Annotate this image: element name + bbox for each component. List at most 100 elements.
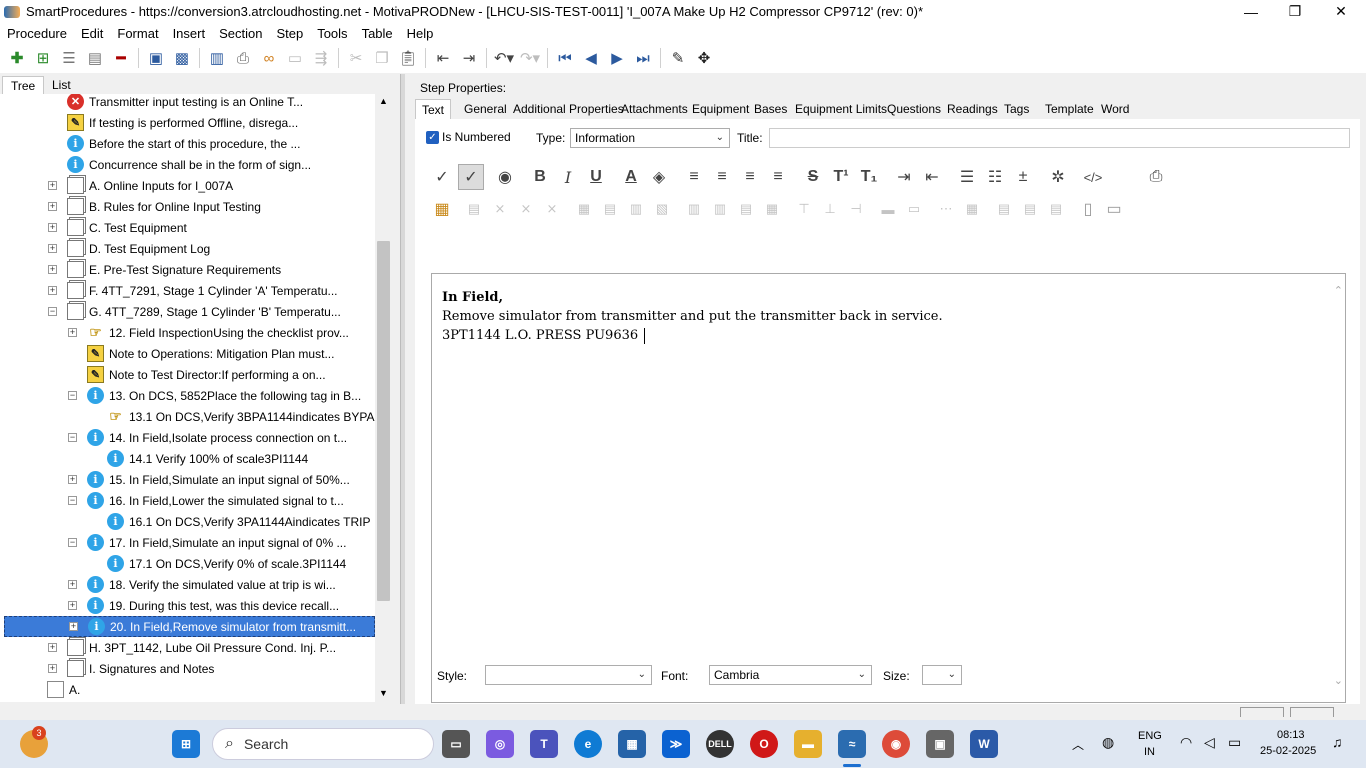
- menu-table[interactable]: Table: [355, 26, 400, 41]
- tree-node[interactable]: − i 14. In Field,Isolate process connect…: [0, 427, 375, 448]
- tree-node[interactable]: − i 17. In Field,Simulate an input signa…: [0, 532, 375, 553]
- pane-splitter[interactable]: [400, 74, 405, 704]
- type-select[interactable]: Information ⌄: [570, 128, 730, 148]
- align-left-icon[interactable]: ≡: [681, 164, 707, 190]
- task-view-icon[interactable]: ▭: [442, 730, 470, 758]
- search-box[interactable]: ⌕ Search: [212, 728, 434, 760]
- language-line1[interactable]: ENG: [1138, 730, 1162, 742]
- undo-icon[interactable]: ↶▾: [491, 45, 517, 71]
- cut-icon[interactable]: ✂: [343, 45, 369, 71]
- tab-general[interactable]: General: [464, 99, 507, 119]
- tree-node[interactable]: − i 13. On DCS, 5852Place the following …: [0, 385, 375, 406]
- collapse-icon[interactable]: −: [48, 307, 57, 316]
- language-line2[interactable]: IN: [1144, 746, 1155, 758]
- tree-section[interactable]: + B. Rules for Online Input Testing: [0, 196, 375, 217]
- remote-desktop-icon[interactable]: ▣: [926, 730, 954, 758]
- tree-node-selected[interactable]: + i 20. In Field,Remove simulator from t…: [4, 616, 375, 637]
- power-automate-icon[interactable]: ≫: [662, 730, 690, 758]
- dell-icon[interactable]: DELL: [706, 730, 734, 758]
- expand-icon[interactable]: +: [48, 265, 57, 274]
- open-icon[interactable]: ▣: [143, 45, 169, 71]
- table-tool-icon[interactable]: ▤: [461, 196, 487, 222]
- tree-node[interactable]: i Concurrence shall be in the form of si…: [0, 154, 375, 175]
- link-icon[interactable]: ∞: [256, 45, 282, 71]
- properties-icon[interactable]: ▤: [82, 45, 108, 71]
- collapse-icon[interactable]: −: [68, 496, 77, 505]
- previous-icon[interactable]: ◀: [578, 45, 604, 71]
- table-tool-icon[interactable]: ▦: [759, 196, 785, 222]
- tab-tags[interactable]: Tags: [1004, 99, 1029, 119]
- tab-readings[interactable]: Readings: [947, 99, 998, 119]
- title-input[interactable]: [769, 128, 1350, 148]
- superscript-icon[interactable]: T¹: [828, 164, 854, 190]
- next-icon[interactable]: ▶: [604, 45, 630, 71]
- tree-section[interactable]: + E. Pre-Test Signature Requirements: [0, 259, 375, 280]
- table-tool-icon[interactable]: ▥: [681, 196, 707, 222]
- menu-procedure[interactable]: Procedure: [0, 26, 74, 41]
- table-tool-icon[interactable]: ▥: [707, 196, 733, 222]
- volume-icon[interactable]: ◁: [1204, 734, 1215, 751]
- folder-icon[interactable]: ▬: [794, 730, 822, 758]
- tree-node[interactable]: ✎ Note to Test Director:If performing a …: [0, 364, 375, 385]
- save-icon[interactable]: ▩: [169, 45, 195, 71]
- table-tool-icon[interactable]: ▭: [1101, 196, 1127, 222]
- align-right-icon[interactable]: ≡: [737, 164, 763, 190]
- magic-wand-icon[interactable]: ✲: [1045, 164, 1071, 190]
- store-icon[interactable]: ▦: [618, 730, 646, 758]
- tree-section[interactable]: + H. 3PT_1142, Lube Oil Pressure Cond. I…: [0, 637, 375, 658]
- print-icon[interactable]: ⎙: [1143, 164, 1169, 190]
- tab-additional-properties[interactable]: Additional Properties: [513, 99, 624, 119]
- share-icon[interactable]: ⇶: [308, 45, 334, 71]
- tab-equipment-limits[interactable]: Equipment Limits: [795, 99, 887, 119]
- menu-step[interactable]: Step: [269, 26, 310, 41]
- chevron-up-icon[interactable]: ︿: [1072, 736, 1084, 753]
- maximize-button[interactable]: ❐: [1272, 0, 1318, 23]
- table-tool-icon[interactable]: ▤: [1043, 196, 1069, 222]
- insert-table-icon[interactable]: ▦: [429, 196, 455, 222]
- last-icon[interactable]: ⏭: [630, 45, 656, 71]
- table-tool-icon[interactable]: ⊥: [817, 196, 843, 222]
- subscript-icon[interactable]: T₁: [856, 164, 882, 190]
- scroll-thumb[interactable]: [377, 241, 390, 601]
- tree-node[interactable]: i Before the start of this procedure, th…: [0, 133, 375, 154]
- expand-icon[interactable]: +: [48, 181, 57, 190]
- table-tool-icon[interactable]: ⨯: [539, 196, 565, 222]
- tree-node[interactable]: ✎ Note to Operations: Mitigation Plan mu…: [0, 343, 375, 364]
- tab-word[interactable]: Word: [1101, 99, 1129, 119]
- expand-icon[interactable]: +: [48, 244, 57, 253]
- strikethrough-icon[interactable]: S: [800, 164, 826, 190]
- export-icon[interactable]: ▥: [204, 45, 230, 71]
- justify-icon[interactable]: ≡: [765, 164, 791, 190]
- bold-icon[interactable]: B: [527, 164, 553, 190]
- style-select[interactable]: ⌄: [485, 665, 652, 685]
- tab-tree[interactable]: Tree: [2, 76, 45, 94]
- increase-indent-icon[interactable]: ⇥: [891, 164, 917, 190]
- tree-section[interactable]: + F. 4TT_7291, Stage 1 Cylinder 'A' Temp…: [0, 280, 375, 301]
- insert-field-icon[interactable]: ±: [1010, 164, 1036, 190]
- tree-node[interactable]: ✎ If testing is performed Offline, disre…: [0, 112, 375, 133]
- remove-icon[interactable]: ━: [108, 45, 134, 71]
- tree-node[interactable]: i 17.1 On DCS,Verify 0% of scale.3PI1144: [0, 553, 375, 574]
- tab-list[interactable]: List: [44, 76, 79, 94]
- expand-icon[interactable]: +: [68, 328, 77, 337]
- expand-icon[interactable]: +: [48, 286, 57, 295]
- tab-questions[interactable]: Questions: [887, 99, 941, 119]
- tab-template[interactable]: Template: [1045, 99, 1094, 119]
- expand-icon[interactable]: +: [68, 580, 77, 589]
- italic-icon[interactable]: I: [555, 164, 581, 190]
- edge-icon[interactable]: e: [574, 730, 602, 758]
- list-icon[interactable]: ☰: [56, 45, 82, 71]
- expand-icon[interactable]: +: [48, 223, 57, 232]
- table-tool-icon[interactable]: ▤: [597, 196, 623, 222]
- expand-icon[interactable]: +: [68, 475, 77, 484]
- indent-icon[interactable]: ⇥: [456, 45, 482, 71]
- paste-icon[interactable]: 📋︎: [395, 45, 421, 71]
- tab-bases[interactable]: Bases: [754, 99, 787, 119]
- tree-node[interactable]: ☞ 13.1 On DCS,Verify 3BPA1144indicates B…: [0, 406, 375, 427]
- move-icon[interactable]: ✥: [691, 45, 717, 71]
- step-text-editor[interactable]: In Field, Remove simulator from transmit…: [431, 273, 1346, 703]
- table-tool-icon[interactable]: ⊤: [791, 196, 817, 222]
- tree-node[interactable]: − i 16. In Field,Lower the simulated sig…: [0, 490, 375, 511]
- table-tool-icon[interactable]: ▦: [571, 196, 597, 222]
- table-tool-icon[interactable]: ▦: [959, 196, 985, 222]
